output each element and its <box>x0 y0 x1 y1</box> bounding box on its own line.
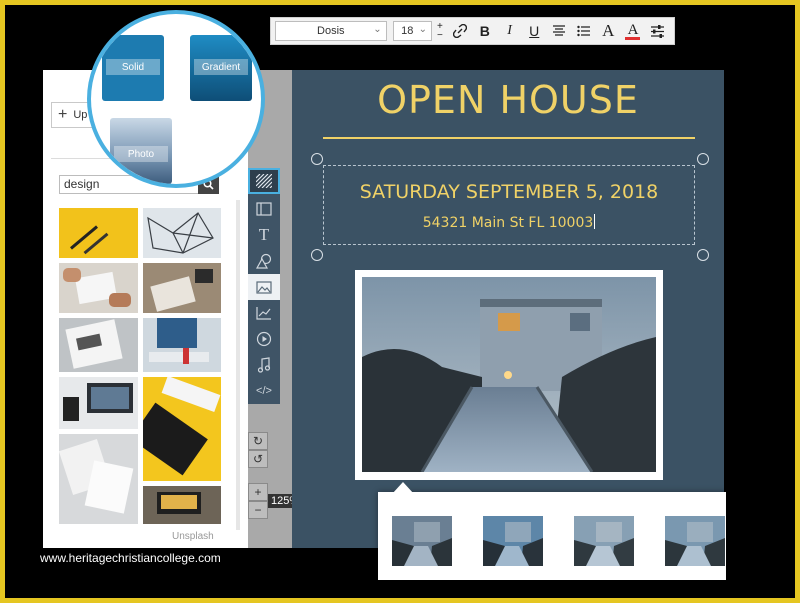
upload-label: Up <box>73 109 88 121</box>
settings-sliders-icon <box>651 24 665 38</box>
resize-handle[interactable] <box>697 153 709 165</box>
tool-layout[interactable] <box>248 196 280 222</box>
title-underline[interactable] <box>323 137 695 139</box>
resize-handle[interactable] <box>311 153 323 165</box>
plus-icon: + <box>254 485 262 499</box>
tool-video[interactable] <box>248 326 280 352</box>
image-thumbnail[interactable] <box>143 377 221 481</box>
app-root: Dosis ⌄ 18 ⌄ + − B I U A A + Up design U… <box>0 0 800 603</box>
text-style-icon: A <box>602 21 615 40</box>
image-thumbnail[interactable] <box>59 434 138 524</box>
image-thumbnail[interactable] <box>59 263 138 313</box>
text-icon: T <box>258 225 270 244</box>
image-thumbnail[interactable] <box>143 318 221 372</box>
watermark: www.heritagechristiancollege.com <box>40 551 221 565</box>
house-photo[interactable] <box>362 277 656 472</box>
font-size-stepper[interactable]: + − <box>432 19 448 43</box>
redo-icon: ↻ <box>252 434 264 448</box>
text-toolbar: Dosis ⌄ 18 ⌄ + − B I U A A <box>270 17 675 45</box>
flyer-title[interactable]: OPEN HOUSE <box>292 78 724 122</box>
photo-variant[interactable] <box>574 516 634 566</box>
scrollbar[interactable] <box>236 200 240 530</box>
tool-image[interactable] <box>248 274 280 300</box>
tool-embed[interactable]: </> <box>248 378 280 404</box>
tool-column: T </> <box>248 168 280 404</box>
image-thumbnail[interactable] <box>59 377 138 429</box>
resize-handle[interactable] <box>697 249 709 261</box>
zoom-out-button[interactable]: − <box>248 501 268 519</box>
tool-chart[interactable] <box>248 300 280 326</box>
undo-button[interactable]: ↺ <box>248 450 268 468</box>
text-cursor <box>594 214 596 229</box>
chevron-down-icon: ⌄ <box>373 24 382 35</box>
text-style-button[interactable]: A <box>596 19 621 43</box>
event-address[interactable]: 54321 Main St FL 10003 <box>323 214 695 231</box>
text-selection-box[interactable] <box>323 165 695 245</box>
address-text: 54321 Main St FL 10003 <box>422 215 594 231</box>
italic-icon: I <box>507 23 512 38</box>
background-option-gradient[interactable]: Gradient <box>190 35 252 101</box>
plus-icon: + <box>58 106 68 123</box>
background-options-magnifier: Solid Gradient Photo <box>87 10 265 188</box>
image-icon <box>256 280 272 294</box>
minus-icon: − <box>254 503 262 517</box>
image-thumbnail[interactable] <box>143 486 221 524</box>
link-icon <box>453 24 468 38</box>
photo-variant[interactable] <box>483 516 543 566</box>
align-center-icon <box>552 25 565 36</box>
italic-button[interactable]: I <box>497 19 522 43</box>
popup-pointer <box>392 482 414 494</box>
photo-label: Photo <box>114 146 168 162</box>
font-size-select[interactable]: 18 ⌄ <box>392 21 433 41</box>
bold-button[interactable]: B <box>473 19 498 43</box>
chart-icon <box>256 307 271 320</box>
photo-variant[interactable] <box>665 516 725 566</box>
tool-text[interactable]: T <box>248 222 280 248</box>
music-note-icon <box>257 357 271 373</box>
gradient-label: Gradient <box>194 59 248 75</box>
text-color-button[interactable]: A <box>621 19 646 43</box>
font-size-value: 18 <box>401 25 414 37</box>
image-thumbnail[interactable] <box>143 208 221 258</box>
link-button[interactable] <box>448 19 473 43</box>
event-date[interactable]: SATURDAY SEPTEMBER 5, 2018 <box>323 181 695 203</box>
text-color-icon: A <box>627 21 639 38</box>
zoom-in-button[interactable]: + <box>248 483 268 501</box>
image-thumbnail[interactable] <box>59 208 138 258</box>
shapes-icon <box>256 253 272 269</box>
chevron-down-icon: ⌄ <box>418 24 428 35</box>
background-option-photo[interactable]: Photo <box>110 118 172 184</box>
image-credit: Unsplash <box>172 531 214 542</box>
resize-handle[interactable] <box>311 249 323 261</box>
list-icon <box>576 25 590 37</box>
tool-shapes[interactable] <box>248 248 280 274</box>
redo-button[interactable]: ↻ <box>248 432 268 450</box>
tool-audio[interactable] <box>248 352 280 378</box>
tool-background[interactable] <box>248 168 280 194</box>
image-thumbnail[interactable] <box>143 263 221 313</box>
solid-label: Solid <box>106 59 160 75</box>
underline-button[interactable]: U <box>522 19 547 43</box>
font-family-select[interactable]: Dosis ⌄ <box>275 21 387 41</box>
hatch-background-icon <box>256 174 272 188</box>
settings-button[interactable] <box>645 19 670 43</box>
color-swatch <box>625 36 641 40</box>
photo-variant[interactable] <box>392 516 452 566</box>
layout-icon <box>256 202 272 216</box>
minus-icon[interactable]: − <box>437 31 443 41</box>
list-button[interactable] <box>571 19 596 43</box>
photo-variants-panel <box>378 492 726 580</box>
bold-icon: B <box>479 23 490 39</box>
code-icon: </> <box>256 385 272 397</box>
font-family-value: Dosis <box>317 25 345 37</box>
undo-icon: ↺ <box>252 452 264 466</box>
underline-icon: U <box>529 23 540 39</box>
background-option-solid[interactable]: Solid <box>102 35 164 101</box>
align-center-button[interactable] <box>547 19 572 43</box>
image-thumbnail[interactable] <box>59 318 138 372</box>
play-icon <box>256 331 272 347</box>
